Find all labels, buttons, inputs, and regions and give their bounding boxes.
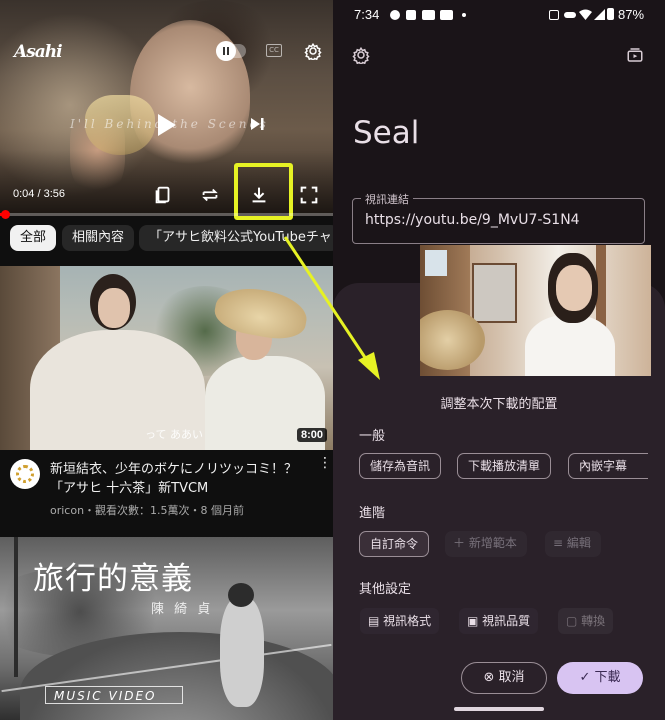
thumb-subtitle: って ああい (145, 428, 203, 441)
section-other-settings: 其他設定 (359, 582, 412, 597)
preview-shelf (472, 263, 517, 323)
convert-file-icon: ▢ (566, 614, 582, 628)
preview-person-body (525, 315, 615, 376)
thumb2-artist: 陳 綺 貞 (151, 602, 214, 617)
toggle-knob (216, 41, 236, 61)
preview-straw-hat (420, 310, 485, 370)
option-save-audio[interactable]: 儲存為音訊 (359, 453, 442, 479)
status-bar (333, 0, 665, 30)
chip-channel[interactable]: 「アサヒ飲料公式YouTubeチャ (139, 225, 339, 251)
discord-icon (390, 10, 400, 20)
play-icon[interactable] (158, 114, 176, 136)
video-title-line2: 「アサヒ 十六茶」新TVCM (50, 481, 209, 496)
option-download-playlist[interactable]: 下載播放清單 (457, 453, 552, 479)
app-title: Seal (353, 115, 420, 151)
download-label: 下載 (594, 670, 621, 685)
battery-icon (607, 8, 614, 20)
fullscreen-icon[interactable] (298, 184, 320, 206)
youtube-notification-icon (422, 10, 435, 20)
edit-button[interactable]: ≡ 編輯 (545, 531, 601, 557)
time-label: 0:04 / 3:56 (13, 188, 65, 200)
filter-chips: 全部 相關內容 「アサヒ飲料公式YouTubeチャ (0, 222, 339, 258)
video-preview-thumbnail (420, 245, 651, 376)
video-url-value[interactable]: https://youtu.be/9_MvU7-S1N4 (365, 212, 580, 228)
download-highlight-box (234, 163, 293, 220)
repeat-icon[interactable] (199, 184, 221, 206)
edit-list-icon: ≡ (553, 536, 567, 550)
thumb-woman-face (98, 288, 130, 328)
video-format-button[interactable]: ▤ 視訊格式 (360, 608, 440, 634)
avatar-logo (16, 465, 34, 483)
convert-button[interactable]: ▢ 轉換 (558, 608, 614, 634)
section-general: 一般 (359, 429, 386, 444)
section-advanced: 進階 (359, 506, 386, 521)
video-thumbnail[interactable]: って ああい (0, 266, 333, 450)
thumb2-helmet (228, 583, 254, 607)
brand-logo: Asahi (14, 42, 63, 62)
chip-related[interactable]: 相關內容 (62, 225, 135, 251)
settings-gear-icon[interactable] (304, 42, 322, 60)
hd-icon: ▣ (467, 614, 483, 628)
app-icon (406, 10, 416, 20)
file-icon: ▤ (368, 614, 384, 628)
convert-label: 轉換 (581, 614, 606, 628)
home-indicator[interactable] (454, 707, 544, 711)
settings-icon[interactable] (352, 46, 370, 64)
option-custom-command[interactable]: 自訂命令 (359, 531, 430, 557)
download-queue-icon[interactable] (626, 46, 644, 64)
captions-icon[interactable]: CC (266, 44, 282, 57)
progress-scrubber[interactable] (1, 210, 10, 219)
video-quality-label: 視訊品質 (482, 614, 531, 628)
key-icon (564, 12, 576, 18)
thumb2-pole (14, 537, 18, 677)
wifi-icon (579, 9, 592, 20)
battery-percent: 87% (618, 7, 645, 22)
preview-window (425, 250, 447, 276)
video-format-label: 視訊格式 (383, 614, 432, 628)
status-time: 7:34 (354, 7, 380, 22)
copy-icon[interactable] (152, 184, 174, 206)
signal-icon (594, 9, 605, 20)
cancel-button[interactable]: ⊗ 取消 (461, 662, 547, 694)
plus-icon: ＋ (453, 536, 469, 550)
youtube-notification-icon (440, 10, 453, 20)
thumb2-person (220, 597, 264, 707)
video-url-label: 視訊連結 (361, 191, 413, 207)
more-options-icon[interactable]: ⋮ (318, 456, 332, 470)
download-button[interactable]: ✓ 下載 (557, 662, 643, 694)
video-title[interactable]: 新垣結衣、少年のボケにノリツッコミ！？ 「アサヒ 十六茶」新TVCM (50, 460, 312, 498)
sheet-caption: 調整本次下載的配置 (440, 397, 558, 412)
video-quality-button[interactable]: ▣ 視訊品質 (459, 608, 539, 634)
cancel-icon: ⊗ (483, 670, 499, 685)
video-meta: oricon・觀看次數：1.5萬次・8 個月前 (50, 504, 245, 517)
new-template-button[interactable]: ＋ 新增範本 (445, 531, 527, 557)
check-download-icon: ✓ (579, 670, 595, 685)
new-template-label: 新增範本 (468, 536, 517, 550)
video-title-line1: 新垣結衣、少年のボケにノリツッコミ！？ (50, 462, 298, 477)
preview-person-face (556, 265, 592, 311)
duration-badge: 8:00 (297, 428, 328, 442)
music-video-badge: MUSIC VIDEO (54, 689, 157, 703)
more-notifications-dot (462, 13, 466, 17)
progress-bar[interactable] (0, 210, 333, 219)
edit-label: 編輯 (566, 536, 591, 550)
cancel-label: 取消 (498, 670, 525, 685)
option-embed-subtitles[interactable]: 內嵌字幕 (568, 453, 648, 479)
chip-all[interactable]: 全部 (10, 225, 57, 251)
thumb2-title: 旅行的意義 (33, 561, 193, 597)
autoplay-toggle[interactable] (216, 41, 246, 61)
next-icon[interactable] (250, 117, 264, 131)
channel-avatar[interactable] (10, 459, 40, 489)
cast-icon (549, 10, 559, 20)
